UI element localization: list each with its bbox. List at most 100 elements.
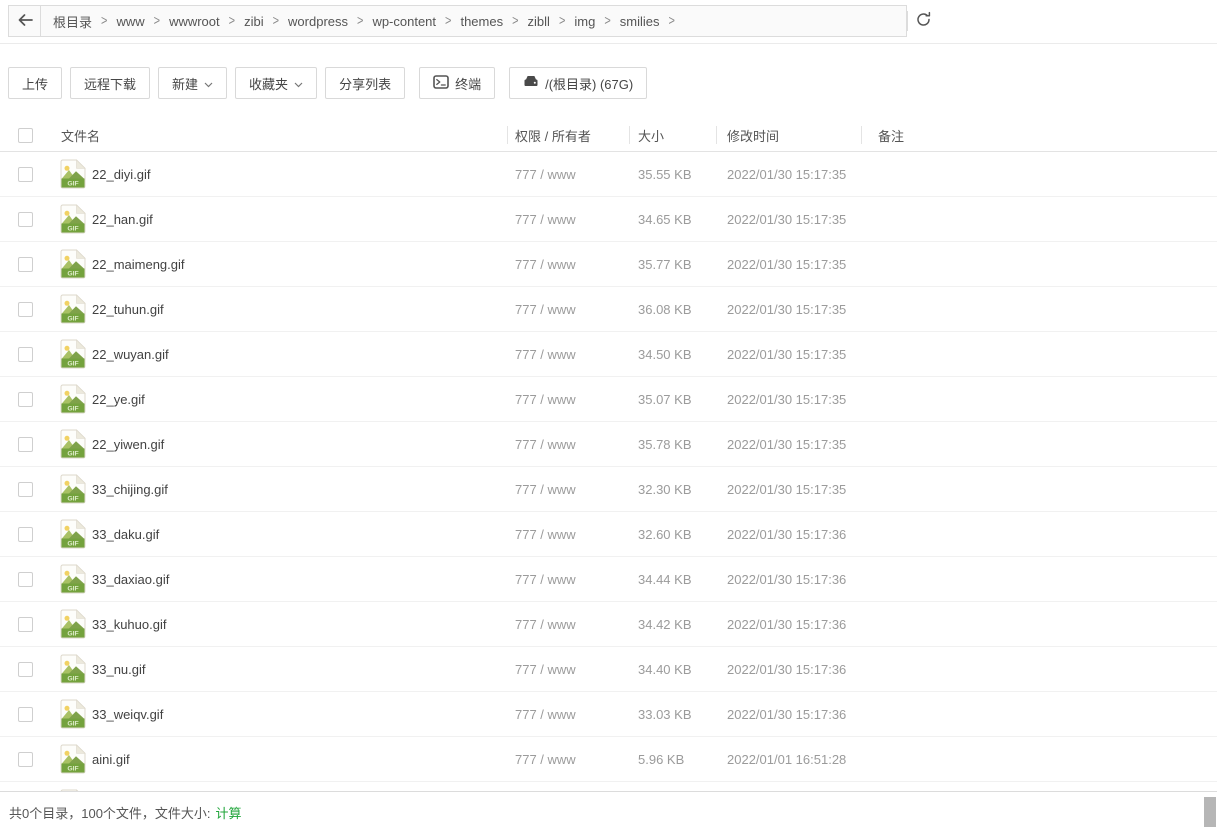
file-name[interactable]: 22_han.gif (92, 212, 508, 227)
share-list-button[interactable]: 分享列表 (325, 67, 405, 99)
breadcrumb-separator: > (154, 14, 160, 29)
file-name[interactable]: 33_nu.gif (92, 662, 508, 677)
file-name[interactable]: 22_ye.gif (92, 392, 508, 407)
disk-root-button[interactable]: /(根目录) (67G) (509, 67, 647, 99)
select-all-checkbox[interactable] (18, 128, 33, 143)
breadcrumb-item[interactable]: zibll (528, 14, 550, 29)
gif-file-icon: GIF (60, 294, 86, 324)
file-mtime: 2022/01/30 15:17:35 (717, 437, 862, 452)
file-size: 35.07 KB (630, 392, 717, 407)
gif-file-icon: GIF (60, 609, 86, 639)
table-row[interactable]: GIF 33_daxiao.gif 777 / www 34.44 KB 202… (0, 557, 1217, 602)
file-toolbar: 上传 远程下载 新建 收藏夹 分享列表 终端 /(根目录) (67G) (0, 44, 1217, 119)
refresh-button[interactable] (907, 11, 939, 31)
gif-file-icon: GIF (60, 699, 86, 729)
breadcrumb-item[interactable]: 根目录 (53, 12, 92, 31)
row-checkbox[interactable] (18, 302, 33, 317)
breadcrumb-separator: > (604, 14, 610, 29)
row-checkbox[interactable] (18, 482, 33, 497)
breadcrumb-item[interactable]: smilies (620, 14, 660, 29)
file-size: 34.65 KB (630, 212, 717, 227)
file-size: 32.30 KB (630, 482, 717, 497)
file-name[interactable]: 22_wuyan.gif (92, 347, 508, 362)
compute-size-link[interactable]: 计算 (216, 803, 242, 822)
row-checkbox[interactable] (18, 392, 33, 407)
file-permission: 777 / www (508, 527, 630, 542)
table-row[interactable]: GIF 22_han.gif 777 / www 34.65 KB 2022/0… (0, 197, 1217, 242)
column-header-note[interactable]: 备注 (861, 126, 1217, 144)
file-name[interactable]: 33_chijing.gif (92, 482, 508, 497)
breadcrumb-item[interactable]: wwwroot (169, 14, 220, 29)
table-row[interactable]: GIF 22_ye.gif 777 / www 35.07 KB 2022/01… (0, 377, 1217, 422)
file-name[interactable]: aini.gif (92, 752, 508, 767)
breadcrumb-item[interactable]: zibi (244, 14, 264, 29)
file-permission: 777 / www (508, 302, 630, 317)
file-permission: 777 / www (508, 257, 630, 272)
file-mtime: 2022/01/30 15:17:36 (717, 662, 862, 677)
file-size: 35.77 KB (630, 257, 717, 272)
vertical-scrollbar-thumb[interactable] (1204, 797, 1216, 827)
file-name[interactable]: 33_weiqv.gif (92, 707, 508, 722)
table-row[interactable]: GIF 33_weiqv.gif 777 / www 33.03 KB 2022… (0, 692, 1217, 737)
row-checkbox[interactable] (18, 527, 33, 542)
row-checkbox[interactable] (18, 752, 33, 767)
breadcrumb-item[interactable]: wordpress (288, 14, 348, 29)
row-checkbox[interactable] (18, 212, 33, 227)
file-permission: 777 / www (508, 167, 630, 182)
file-name[interactable]: 22_yiwen.gif (92, 437, 508, 452)
column-header-mtime[interactable]: 修改时间 (716, 126, 861, 144)
column-header-filename[interactable]: 文件名 (33, 126, 507, 144)
terminal-button[interactable]: 终端 (419, 67, 495, 99)
row-checkbox[interactable] (18, 572, 33, 587)
table-row[interactable]: GIF aini.gif 777 / www 5.96 KB 2022/01/0… (0, 737, 1217, 782)
file-name[interactable]: 22_diyi.gif (92, 167, 508, 182)
file-name[interactable]: 22_maimeng.gif (92, 257, 508, 272)
table-row[interactable]: GIF 22_diyi.gif 777 / www 35.55 KB 2022/… (0, 152, 1217, 197)
row-checkbox[interactable] (18, 707, 33, 722)
file-permission: 777 / www (508, 752, 630, 767)
file-mtime: 2022/01/30 15:17:35 (717, 392, 862, 407)
row-checkbox[interactable] (18, 617, 33, 632)
table-row[interactable]: GIF 33_daku.gif 777 / www 32.60 KB 2022/… (0, 512, 1217, 557)
breadcrumb-item[interactable]: wp-content (372, 14, 436, 29)
row-checkbox[interactable] (18, 257, 33, 272)
table-row[interactable]: GIF 22_tuhun.gif 777 / www 36.08 KB 2022… (0, 287, 1217, 332)
breadcrumb-item[interactable]: img (574, 14, 595, 29)
file-permission: 777 / www (508, 617, 630, 632)
row-checkbox[interactable] (18, 437, 33, 452)
table-row[interactable]: GIF 33_chijing.gif 777 / www 32.30 KB 20… (0, 467, 1217, 512)
row-checkbox[interactable] (18, 347, 33, 362)
chevron-down-icon (294, 76, 303, 91)
file-mtime: 2022/01/30 15:17:36 (717, 527, 862, 542)
row-checkbox[interactable] (18, 167, 33, 182)
file-size: 35.78 KB (630, 437, 717, 452)
back-button[interactable] (9, 6, 41, 36)
file-permission: 777 / www (508, 347, 630, 362)
file-name[interactable]: 22_tuhun.gif (92, 302, 508, 317)
upload-button[interactable]: 上传 (8, 67, 62, 99)
breadcrumb-item[interactable]: www (116, 14, 144, 29)
file-type-badge: GIF (67, 496, 78, 503)
file-size: 34.44 KB (630, 572, 717, 587)
table-row[interactable]: GIF 22_yiwen.gif 777 / www 35.78 KB 2022… (0, 422, 1217, 467)
file-name[interactable]: 33_daku.gif (92, 527, 508, 542)
table-row[interactable]: GIF 22_wuyan.gif 777 / www 34.50 KB 2022… (0, 332, 1217, 377)
table-row[interactable]: GIF 22_maimeng.gif 777 / www 35.77 KB 20… (0, 242, 1217, 287)
remote-download-button[interactable]: 远程下载 (70, 67, 150, 99)
row-checkbox[interactable] (18, 662, 33, 677)
breadcrumb-item[interactable]: themes (460, 14, 503, 29)
column-header-permission[interactable]: 权限 / 所有者 (507, 126, 629, 144)
file-type-badge: GIF (67, 766, 78, 773)
file-name[interactable]: 33_daxiao.gif (92, 572, 508, 587)
file-mtime: 2022/01/30 15:17:35 (717, 212, 862, 227)
file-name[interactable]: 33_kuhuo.gif (92, 617, 508, 632)
new-button[interactable]: 新建 (158, 67, 227, 99)
file-permission: 777 / www (508, 572, 630, 587)
file-mtime: 2022/01/30 15:17:36 (717, 707, 862, 722)
column-header-size[interactable]: 大小 (629, 126, 716, 144)
gif-file-icon: GIF (60, 744, 86, 774)
table-row[interactable]: GIF 33_nu.gif 777 / www 34.40 KB 2022/01… (0, 647, 1217, 692)
breadcrumb: 根目录>www>wwwroot>zibi>wordpress>wp-conten… (41, 6, 906, 36)
table-row[interactable]: GIF 33_kuhuo.gif 777 / www 34.42 KB 2022… (0, 602, 1217, 647)
favorites-button[interactable]: 收藏夹 (235, 67, 317, 99)
